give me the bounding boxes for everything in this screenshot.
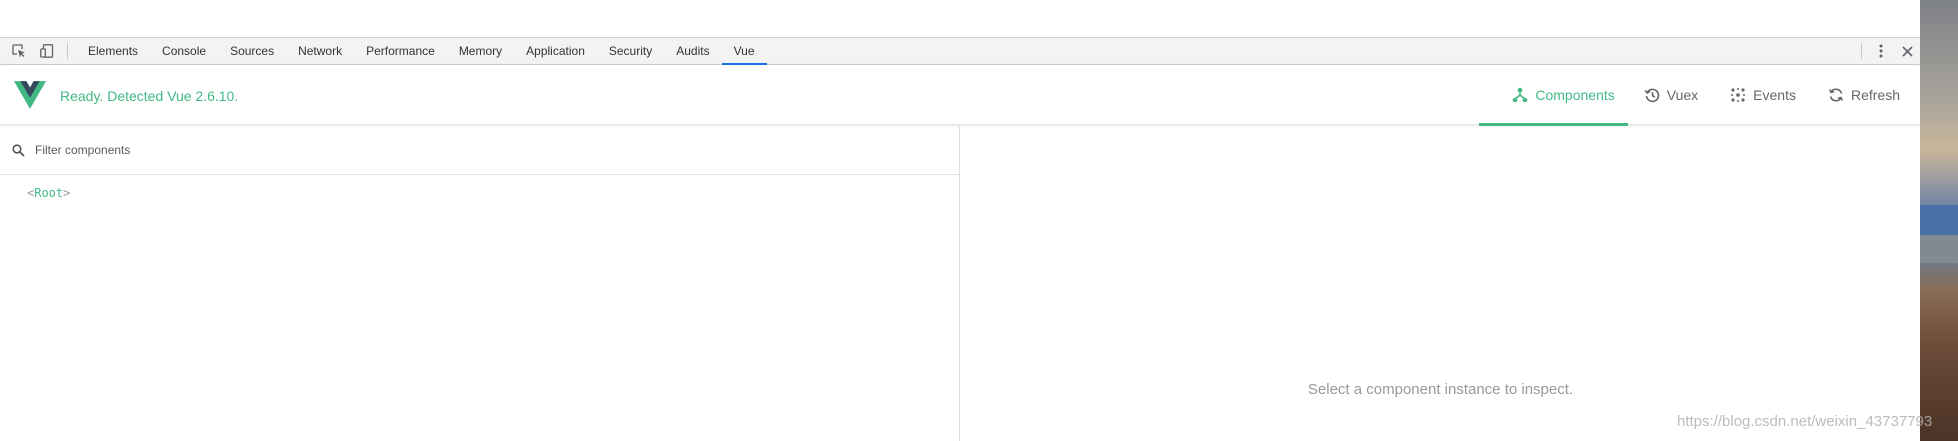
tab-vuex[interactable]: Vuex <box>1628 65 1714 125</box>
tab-label: Sources <box>230 44 275 58</box>
tab-memory[interactable]: Memory <box>447 38 514 64</box>
toolbar-divider <box>1861 43 1862 59</box>
browser-page-area <box>0 0 1920 37</box>
tab-label: Application <box>526 44 585 58</box>
vue-status-message: Ready. Detected Vue 2.6.10. <box>60 88 239 104</box>
tab-vue[interactable]: Vue <box>721 38 767 65</box>
toolbar-divider <box>67 43 68 59</box>
filter-bar <box>0 126 959 175</box>
tab-network[interactable]: Network <box>286 38 354 64</box>
tab-label: Elements <box>88 44 139 58</box>
background-sky-patch <box>1920 205 1958 235</box>
devtools-window-controls <box>1855 38 1920 64</box>
vue-devtools-header: Ready. Detected Vue 2.6.10. Components V… <box>0 65 1920 126</box>
tab-label: Security <box>608 44 653 58</box>
tab-application[interactable]: Application <box>514 38 597 64</box>
close-icon[interactable] <box>1894 38 1920 64</box>
tab-console[interactable]: Console <box>150 38 218 64</box>
components-icon <box>1513 87 1528 103</box>
tree-node-root[interactable]: < Root > <box>27 183 959 203</box>
component-tree: < Root > <box>0 175 959 203</box>
refresh-button[interactable]: Refresh <box>1812 65 1920 125</box>
tab-sources[interactable]: Sources <box>218 38 286 64</box>
empty-inspector-message: Select a component instance to inspect. <box>1307 381 1574 398</box>
device-toolbar-icon[interactable] <box>33 38 61 64</box>
tab-elements[interactable]: Elements <box>76 38 150 64</box>
tab-label: Console <box>162 44 207 58</box>
tab-label: Components <box>1535 87 1615 103</box>
tab-performance[interactable]: Performance <box>354 38 447 64</box>
tab-label: Vuex <box>1666 87 1699 103</box>
search-icon <box>12 143 25 157</box>
tab-label: Events <box>1753 87 1796 103</box>
tab-audits[interactable]: Audits <box>664 38 721 64</box>
vue-nav: Components Vuex Events Refresh <box>1479 65 1920 126</box>
history-icon <box>1644 88 1660 103</box>
vue-logo <box>14 81 46 109</box>
tab-label: Refresh <box>1850 87 1900 103</box>
tab-components[interactable]: Components <box>1479 65 1629 126</box>
tab-security[interactable]: Security <box>597 38 664 64</box>
components-panel: <Root> <box>0 126 960 441</box>
tab-label: Vue <box>733 44 755 58</box>
tab-label: Memory <box>458 44 503 58</box>
inspector-panel: Select a component instance to inspect. <box>961 126 1920 441</box>
tag-close-bracket: > <box>63 186 71 200</box>
more-options-icon[interactable] <box>1868 38 1894 64</box>
filter-components-input[interactable] <box>35 143 635 157</box>
tab-label: Network <box>298 44 343 58</box>
tab-events[interactable]: Events <box>1714 65 1812 125</box>
watermark-text: https://blog.csdn.net/weixin_43737793 <box>1677 413 1933 430</box>
refresh-icon <box>1829 88 1843 102</box>
tag-open-bracket: < <box>27 186 35 200</box>
component-name: Root <box>34 186 64 200</box>
devtools-toolbar: Elements Console Sources Network Perform… <box>0 37 1920 65</box>
events-icon <box>1731 88 1746 102</box>
inspect-element-icon[interactable] <box>5 38 33 64</box>
background-mountain-patch <box>1920 235 1958 263</box>
tab-label: Performance <box>366 44 435 58</box>
tab-label: Audits <box>676 44 710 58</box>
